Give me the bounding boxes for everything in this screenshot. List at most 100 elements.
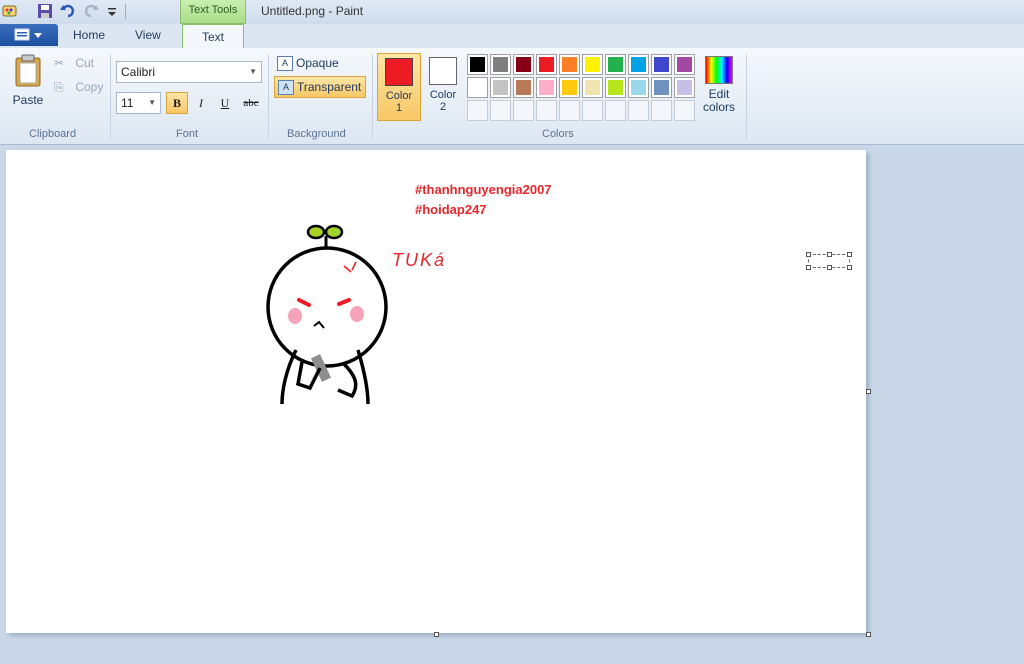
swatch-fill [539,80,554,95]
palette-swatch[interactable] [605,54,626,75]
palette-swatch[interactable] [513,77,534,98]
resize-handle[interactable] [847,265,852,270]
paste-button[interactable]: Paste [10,54,46,110]
hashtag-text-2: #hoidap247 [415,202,487,217]
palette-swatch[interactable] [605,100,626,121]
font-group-label: Font [176,128,199,140]
swatch-fill [562,80,577,95]
swatch-fill [608,57,623,72]
palette-swatch[interactable] [536,54,557,75]
swatch-fill [470,80,485,95]
palette-swatch[interactable] [674,54,695,75]
italic-button[interactable]: I [190,92,212,114]
color2-button[interactable]: Color 2 [421,53,465,121]
resize-handle[interactable] [806,265,811,270]
swatch-fill [585,80,600,95]
cut-button[interactable]: ✂ Cut [54,56,94,70]
copy-icon: ⎘ [54,80,64,94]
underline-button[interactable]: U [214,92,236,114]
edit-colors-button[interactable]: Edit colors [700,54,738,114]
palette-swatch[interactable] [467,77,488,98]
canvas-resize-handle-right[interactable] [866,389,871,394]
palette-swatch[interactable] [605,77,626,98]
cut-label: Cut [75,56,95,70]
palette-swatch[interactable] [490,77,511,98]
transparent-label: Transparent [297,80,362,94]
text-tools-context-label: Text Tools [180,0,246,24]
palette-swatch[interactable] [559,100,580,121]
hashtag-text-1: #thanhnguyengia2007 [415,182,552,197]
tab-view[interactable]: View [135,28,161,42]
opaque-icon: A [277,56,293,71]
text-selection-box[interactable] [806,252,852,270]
palette-swatch[interactable] [559,77,580,98]
resize-handle[interactable] [806,252,811,257]
swatch-fill [654,57,669,72]
palette-swatch[interactable] [628,54,649,75]
paint-app-icon[interactable] [2,3,18,19]
chevron-down-icon: ▼ [148,98,156,107]
undo-icon[interactable] [60,3,76,19]
character-drawing [266,224,388,405]
resize-handle[interactable] [847,252,852,257]
palette-swatch[interactable] [582,54,603,75]
palette-swatch[interactable] [628,77,649,98]
swatch-fill [516,80,531,95]
swatch-fill [677,80,692,95]
palette-swatch[interactable] [674,77,695,98]
color1-label: Color [385,90,413,102]
tab-text[interactable]: Text [182,24,244,49]
font-family-select[interactable]: Calibri ▼ [116,61,262,83]
palette-swatch[interactable] [536,100,557,121]
transparent-button[interactable]: A Transparent [274,76,366,98]
palette-swatch[interactable] [513,54,534,75]
handwriting-text: TUKá [392,250,447,270]
title-bar: Text Tools Untitled.png - Paint [0,0,1024,24]
strikethrough-button[interactable]: abc [238,92,264,114]
redo-icon[interactable] [83,3,99,19]
palette-swatch[interactable] [513,100,534,121]
palette-swatch[interactable] [651,77,672,98]
paste-icon [15,54,41,87]
swatch-fill [562,57,577,72]
swatch-fill [631,80,646,95]
swatch-fill [585,57,600,72]
resize-handle[interactable] [827,265,832,270]
customize-toolbar-icon[interactable] [104,3,120,19]
opaque-label: Opaque [296,56,339,70]
paint-menu-button[interactable] [0,24,58,46]
palette-swatch[interactable] [536,77,557,98]
group-divider [372,54,373,140]
copy-button[interactable]: ⎘ Copy [54,80,103,95]
palette-swatch[interactable] [651,54,672,75]
font-size-select[interactable]: 11 ▼ [116,92,161,114]
resize-handle[interactable] [827,252,832,257]
palette-swatch[interactable] [651,100,672,121]
drawing-canvas[interactable]: #thanhnguyengia2007 #hoidap247 TUKá [6,150,866,633]
palette-swatch[interactable] [628,100,649,121]
palette-swatch[interactable] [490,54,511,75]
bold-button[interactable]: B [166,92,188,114]
rainbow-icon [705,56,733,84]
font-family-value: Calibri [121,65,156,79]
color2-swatch [429,57,457,85]
palette-swatch[interactable] [582,77,603,98]
color2-label: Color [429,89,457,101]
palette-swatch[interactable] [490,100,511,121]
group-divider [746,54,747,140]
palette-swatch[interactable] [467,100,488,121]
color1-number: 1 [395,102,403,114]
canvas-resize-handle-bottom[interactable] [434,632,439,637]
clipboard-group-label: Clipboard [29,128,77,140]
color1-button[interactable]: Color 1 [377,53,421,121]
canvas-resize-handle-corner[interactable] [866,632,871,637]
save-icon[interactable] [37,3,53,19]
palette-swatch[interactable] [559,54,580,75]
opaque-button[interactable]: A Opaque [274,53,364,75]
tab-home[interactable]: Home [73,28,105,42]
palette-swatch[interactable] [674,100,695,121]
palette-swatch[interactable] [582,100,603,121]
palette-swatch[interactable] [467,54,488,75]
background-group-label: Background [287,128,346,140]
swatch-fill [677,57,692,72]
